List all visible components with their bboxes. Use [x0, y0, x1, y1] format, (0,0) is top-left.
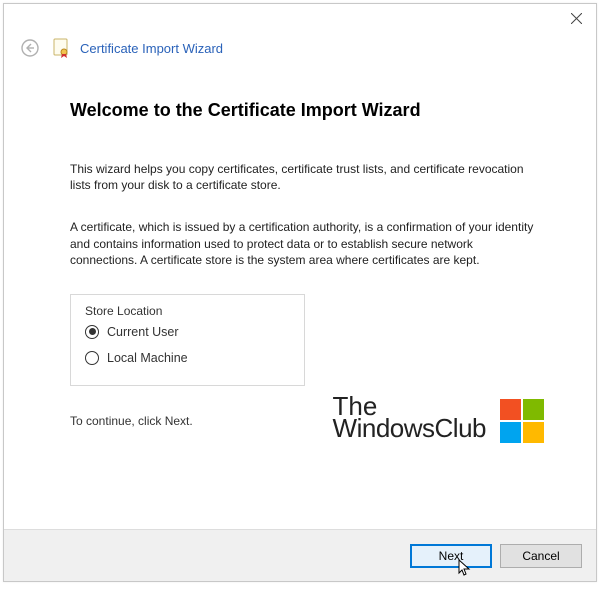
store-location-group: Store Location Current User Local Machin… — [70, 294, 305, 386]
back-arrow-icon — [20, 38, 40, 58]
back-button[interactable] — [18, 36, 42, 60]
cancel-button-label: Cancel — [522, 549, 559, 563]
close-icon — [571, 13, 582, 24]
next-button[interactable]: Next — [410, 544, 492, 568]
welcome-heading: Welcome to the Certificate Import Wizard — [70, 100, 536, 121]
intro-paragraph-1: This wizard helps you copy certificates,… — [70, 161, 536, 193]
cancel-button[interactable]: Cancel — [500, 544, 582, 568]
wizard-title: Certificate Import Wizard — [80, 41, 223, 56]
continue-hint: To continue, click Next. — [70, 414, 536, 428]
wizard-footer: Next Cancel — [4, 529, 596, 581]
radio-current-user[interactable]: Current User — [85, 319, 290, 345]
store-location-legend: Store Location — [81, 304, 166, 318]
wizard-window: Certificate Import Wizard Welcome to the… — [3, 3, 597, 582]
radio-label: Current User — [107, 325, 179, 339]
intro-paragraph-2: A certificate, which is issued by a cert… — [70, 219, 536, 268]
radio-label: Local Machine — [107, 351, 188, 365]
certificate-icon — [52, 38, 70, 58]
close-button[interactable] — [556, 4, 596, 32]
radio-icon — [85, 351, 99, 365]
titlebar — [4, 4, 596, 36]
radio-local-machine[interactable]: Local Machine — [85, 345, 290, 371]
next-button-label: Next — [439, 549, 464, 563]
wizard-header: Certificate Import Wizard — [4, 36, 596, 70]
radio-icon — [85, 325, 99, 339]
wizard-content: Welcome to the Certificate Import Wizard… — [4, 70, 596, 529]
